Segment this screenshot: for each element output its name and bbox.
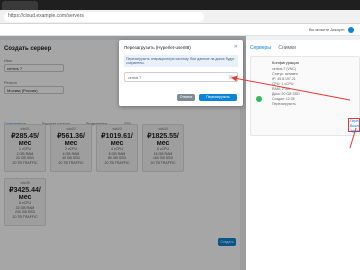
browser-tab-bar — [0, 0, 360, 10]
delete-link[interactable]: Удалить — [349, 129, 360, 134]
browser-address-bar: https://cloud.example.com/servers — [0, 10, 360, 24]
url-text: https://cloud.example.com/servers — [8, 13, 84, 19]
confirm-restart-button[interactable]: Перезагрузить — [199, 94, 237, 101]
user-text: Аккаунт — [330, 27, 345, 33]
server-line: IP: 45.8.197.21 — [272, 77, 296, 81]
server-line: Создан: 12.05 — [272, 97, 295, 101]
cancel-button[interactable]: Отмена — [177, 94, 195, 101]
status-indicator — [256, 96, 262, 102]
server-line: Перезагрузить — [272, 102, 296, 106]
tab-snapshots[interactable]: Снимки — [278, 45, 296, 51]
restart-dialog: Перезагрузить (Hyperlet-user88) ✕ Переза… — [119, 40, 243, 106]
server-actions: Перезагрузить Выключить Удалить — [348, 118, 360, 134]
dialog-title: Перезагрузить (Hyperlet-user88) — [124, 45, 191, 50]
close-icon[interactable]: ✕ — [234, 44, 238, 50]
resize-handle-icon — [229, 75, 233, 79]
dialog-info: Перезагрузить операционную систему. Все … — [124, 55, 238, 67]
servers-panel: Серверы Снимки Конфигурация centos-7 (VN… — [246, 40, 360, 270]
balance-text: Вы можете — [308, 27, 330, 33]
account-area[interactable]: Вы можете Аккаунт — [309, 27, 354, 33]
tab-servers[interactable]: Серверы — [250, 45, 271, 51]
server-config-header: Конфигурация — [272, 60, 299, 65]
browser-tab[interactable] — [2, 1, 38, 10]
confirm-name-input[interactable]: centos 7 — [124, 72, 238, 82]
server-card — [250, 56, 360, 136]
server-line: CPU: 1 vCPU — [272, 82, 294, 86]
server-line: Статус: активен — [272, 72, 298, 76]
confirm-name-value: centos 7 — [128, 76, 142, 80]
avatar[interactable] — [348, 27, 354, 33]
app-header: Вы можете Аккаунт — [0, 24, 360, 36]
server-line: RAM: 2 GB — [272, 87, 290, 91]
server-line: centos-7 (VNC) — [272, 67, 297, 71]
server-line: Диск: 20 GB SSD — [272, 92, 300, 96]
servers-tabs: Серверы Снимки — [250, 45, 302, 51]
